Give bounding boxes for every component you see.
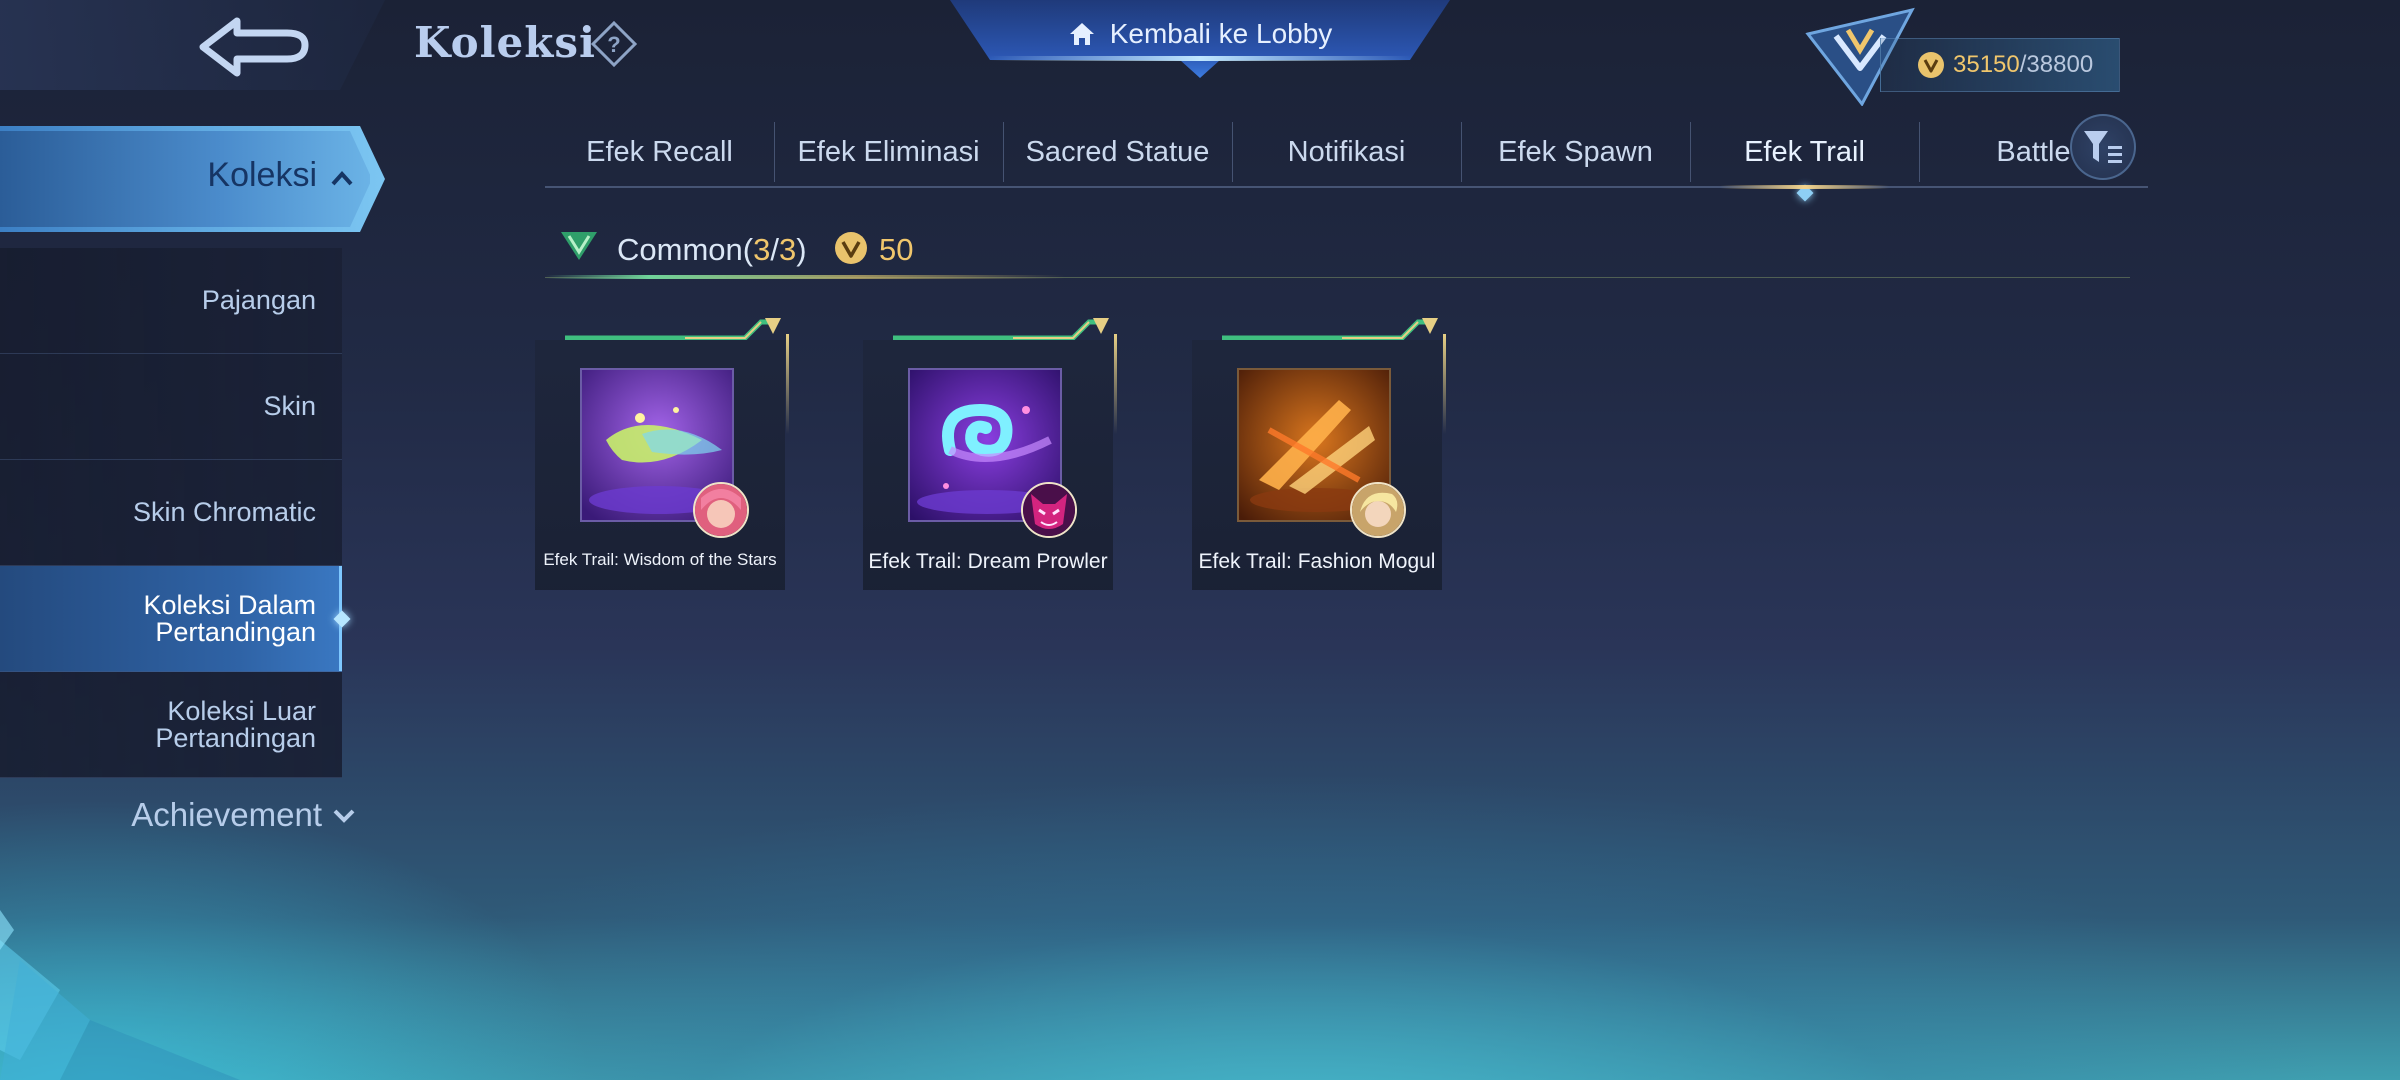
sidebar-item-label-line2: Pertandingan <box>155 616 316 647</box>
card-edge <box>1114 334 1117 434</box>
hero-avatar <box>693 482 749 538</box>
tab-efek-spawn[interactable]: Efek Spawn <box>1461 118 1690 186</box>
item-card-wisdom-of-the-stars[interactable]: Efek Trail: Wisdom of the Stars <box>535 318 789 590</box>
lobby-button-content: Kembali ke Lobby <box>950 12 1450 56</box>
item-name: Efek Trail: Wisdom of the Stars <box>543 550 777 569</box>
sidebar-item-koleksi-luar-pertandingan[interactable]: Koleksi Luar Pertandingan <box>0 672 342 778</box>
hero-avatar <box>1350 482 1406 538</box>
filter-button[interactable] <box>2070 114 2136 180</box>
tab-efek-recall[interactable]: Efek Recall <box>545 118 774 186</box>
sidebar-item-label-line2: Pertandingan <box>155 722 316 753</box>
section-underline-glow <box>545 275 1065 279</box>
collection-points: 35150/38800 <box>1880 38 2120 92</box>
tab-label: Notifikasi <box>1287 135 1406 168</box>
item-card-dream-prowler[interactable]: Efek Trail: Dream Prowler <box>863 318 1117 590</box>
collection-coin-icon <box>835 232 867 264</box>
active-indicator <box>333 610 351 628</box>
points-max: 38800 <box>2026 51 2094 78</box>
sidebar-item-label: Koleksi Luar Pertandingan <box>155 695 316 753</box>
card-ribbon <box>893 318 1109 340</box>
decorative-crystals <box>0 910 240 1080</box>
active-tab-indicator <box>1796 184 1813 202</box>
svg-text:?: ? <box>607 32 620 57</box>
sidebar-item-label: Skin Chromatic <box>132 497 316 527</box>
item-card-fashion-mogul[interactable]: Efek Trail: Fashion Mogul <box>1192 318 1446 590</box>
chevron-up-icon <box>331 171 353 186</box>
sidebar-achievement-label: Achievement <box>131 796 322 833</box>
tab-sacred-statue[interactable]: Sacred Statue <box>1003 118 1232 186</box>
sidebar-item-label-line1: Koleksi Luar <box>167 695 316 726</box>
lobby-button-glow <box>990 56 1410 61</box>
rarity-total-count: 3 <box>778 232 797 267</box>
hero-avatar <box>1021 482 1077 538</box>
sidebar-item-label: Pajangan <box>201 285 316 315</box>
rarity-section-header: Common(3/3) 50 <box>545 222 2130 279</box>
back-button[interactable] <box>190 12 320 82</box>
tab-label: Sacred Statue <box>1025 135 1210 168</box>
collection-coin-icon <box>1918 52 1944 78</box>
card-edge <box>1443 334 1446 434</box>
rarity-title-prefix: Common( <box>617 232 754 267</box>
item-name: Efek Trail: Dream Prowler <box>868 550 1108 573</box>
sidebar-item-koleksi-dalam-pertandingan[interactable]: Koleksi Dalam Pertandingan <box>0 566 351 672</box>
rarity-points: 50 <box>879 232 914 267</box>
tab-efek-eliminasi[interactable]: Efek Eliminasi <box>774 118 1003 186</box>
tab-label: Efek Recall <box>586 135 733 168</box>
page-title: Koleksi <box>414 18 596 67</box>
top-bar: Koleksi ? Kembali ke Lobby 35150/38800 <box>0 0 2400 106</box>
sidebar-koleksi[interactable]: Koleksi <box>0 126 385 232</box>
card-edge <box>786 334 789 434</box>
question-icon: ? <box>591 21 637 67</box>
lobby-button-label: Kembali ke Lobby <box>1109 18 1333 49</box>
sidebar-item-label-line1: Koleksi Dalam <box>143 589 316 620</box>
sidebar-sub-list: Pajangan Skin Skin Chromatic Koleksi Dal… <box>0 248 351 778</box>
item-name: Efek Trail: Fashion Mogul <box>1198 550 1436 573</box>
category-tabs: Efek Recall Efek Eliminasi Sacred Statue… <box>545 118 2148 202</box>
back-to-lobby-button[interactable]: Kembali ke Lobby <box>950 0 1450 78</box>
sidebar-koleksi-label: Koleksi <box>207 156 317 194</box>
points-current: 35150 <box>1953 51 2020 78</box>
home-icon <box>1069 23 1094 45</box>
chevron-down-icon <box>333 809 355 823</box>
filter-icon <box>2084 131 2122 163</box>
tab-notifikasi[interactable]: Notifikasi <box>1232 118 1461 186</box>
rarity-title-suffix: ) <box>796 232 807 267</box>
tab-efek-trail[interactable]: Efek Trail <box>1690 118 1919 202</box>
tab-label: Efek Eliminasi <box>797 135 980 168</box>
sidebar-item-skin[interactable]: Skin <box>0 354 342 460</box>
rarity-count-separator: / <box>770 232 779 267</box>
tab-label: Efek Spawn <box>1498 135 1653 168</box>
sidebar-item-skin-chromatic[interactable]: Skin Chromatic <box>0 460 342 566</box>
sidebar-item-label: Koleksi Dalam Pertandingan <box>143 589 316 647</box>
back-arrow-icon <box>199 17 309 77</box>
tab-label: Efek Trail <box>1744 135 1865 168</box>
sidebar-item-pajangan[interactable]: Pajangan <box>0 248 342 354</box>
sidebar-achievement[interactable]: Achievement <box>0 790 360 840</box>
common-rarity-icon <box>561 232 597 260</box>
tab-label: Battle <box>1996 135 2071 168</box>
card-ribbon <box>565 318 781 340</box>
help-button[interactable]: ? <box>590 20 638 68</box>
sidebar-item-label: Skin <box>263 391 316 421</box>
rarity-title: Common(3/3) <box>617 232 807 268</box>
rarity-owned-count: 3 <box>753 232 771 267</box>
card-ribbon <box>1222 318 1438 340</box>
